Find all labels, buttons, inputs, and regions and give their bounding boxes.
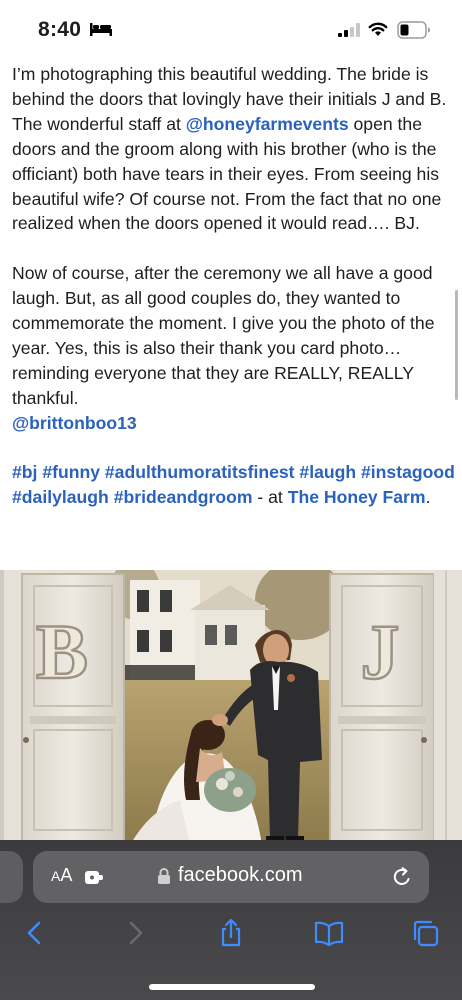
browser-bar: AA facebook.com bbox=[0, 840, 462, 1000]
hashtag-link[interactable]: #bj bbox=[12, 462, 37, 482]
url-text[interactable]: facebook.com bbox=[178, 864, 303, 887]
mention-link[interactable]: @brittonboo13 bbox=[12, 413, 137, 433]
forward-icon[interactable] bbox=[120, 918, 150, 948]
location-suffix: . bbox=[425, 487, 431, 508]
share-icon[interactable] bbox=[216, 918, 246, 948]
door-letter-b: B bbox=[36, 608, 88, 695]
hashtag-link[interactable]: #laugh bbox=[299, 462, 356, 482]
address-bar[interactable]: AA facebook.com bbox=[33, 851, 429, 903]
wifi-icon bbox=[368, 22, 388, 36]
home-indicator[interactable] bbox=[149, 984, 315, 990]
wedding-photo[interactable]: B J bbox=[0, 570, 462, 845]
post-text: Now of course, after the ceremony we all… bbox=[12, 263, 435, 408]
bookmarks-icon[interactable] bbox=[314, 918, 344, 948]
extension-icon[interactable] bbox=[84, 868, 104, 886]
post-paragraph-2: Now of course, after the ceremony we all… bbox=[12, 261, 457, 410]
back-icon[interactable] bbox=[20, 918, 50, 948]
door-letter-j: J bbox=[361, 608, 400, 695]
previous-tab-preview[interactable] bbox=[0, 851, 23, 903]
signal-icon bbox=[338, 23, 360, 37]
location-link[interactable]: The Honey Farm bbox=[288, 487, 426, 507]
battery-icon bbox=[397, 21, 430, 39]
status-bar: 8:40 bbox=[0, 0, 462, 60]
scroll-indicator[interactable] bbox=[455, 290, 458, 400]
post-body: I’m photographing this beautiful wedding… bbox=[12, 62, 457, 510]
post-mention-line: @brittonboo13 bbox=[12, 411, 457, 436]
hashtag-link[interactable]: #funny bbox=[42, 462, 100, 482]
bed-icon bbox=[90, 23, 112, 36]
hashtag-link[interactable]: #dailylaugh bbox=[12, 487, 109, 507]
location-prefix: - at bbox=[252, 487, 288, 508]
lock-icon bbox=[158, 868, 170, 884]
tabs-icon[interactable] bbox=[410, 918, 440, 948]
mention-link[interactable]: @honeyfarmevents bbox=[186, 114, 349, 134]
post-hashtags: #bj #funny #adulthumoratitsfinest #laugh… bbox=[12, 460, 457, 510]
hashtag-link[interactable]: #instagood bbox=[361, 462, 455, 482]
status-time: 8:40 bbox=[38, 18, 82, 41]
hashtag-link[interactable]: #adulthumoratitsfinest bbox=[105, 462, 295, 482]
reload-icon[interactable] bbox=[391, 866, 413, 888]
hashtag-link[interactable]: #brideandgroom bbox=[114, 487, 253, 507]
reader-aa-button[interactable]: AA bbox=[51, 865, 72, 886]
post-paragraph-1: I’m photographing this beautiful wedding… bbox=[12, 62, 457, 236]
